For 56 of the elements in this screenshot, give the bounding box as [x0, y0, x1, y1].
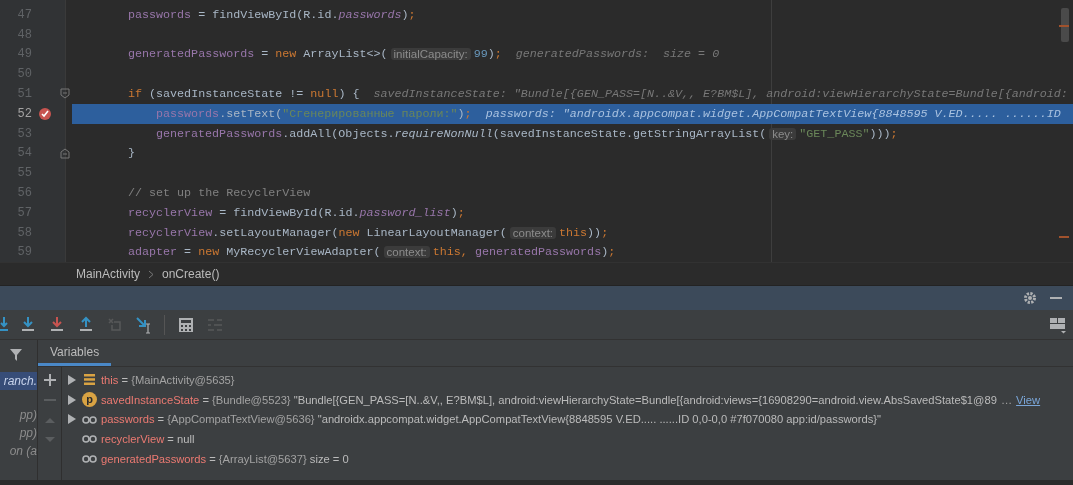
debug-value: passwords: "androidx.appcompat.widget.AppCompatTextView{8848595 V.ED..... ......ID: [485, 106, 1061, 121]
code-text: recyclerView.setLayoutManager(new LinearLayoutManager(: [128, 225, 507, 240]
parameter-icon: p: [82, 392, 97, 408]
drop-frame-icon: [105, 315, 124, 334]
calculator-icon: [176, 315, 195, 334]
variable-entry[interactable]: generatedPasswords = {ArrayList@5637} size = 0: [101, 452, 349, 465]
frame-item[interactable]: pp): [0, 424, 37, 442]
code-text: this));: [559, 225, 609, 240]
code-text: this, generatedPasswords);: [432, 245, 616, 260]
layout-icon[interactable]: [1049, 315, 1067, 334]
frame-item[interactable]: ranch.: [0, 372, 37, 390]
chevron-icon: [148, 269, 154, 279]
debug-value: generatedPasswords: size = 0: [515, 47, 720, 62]
fold-icon[interactable]: [60, 147, 70, 159]
parameter-hint: initialCapacity:: [390, 48, 471, 61]
frame-item[interactable]: on (a: [0, 442, 37, 460]
code-text: 99);: [473, 47, 502, 62]
code-text: generatedPasswords.addAll(Objects.requireNonNull(savedInstanceState.getStringArrayList(: [156, 126, 767, 141]
code-text: // set up the RecyclerView: [128, 186, 311, 201]
expand-arrow-icon[interactable]: [66, 413, 78, 426]
warning-marker[interactable]: [1059, 236, 1069, 238]
breakpoint-icon[interactable]: [38, 107, 52, 121]
code-text: if (savedInstanceState != null) {: [128, 87, 360, 102]
debug-value: savedInstanceState: "Bundle[{GEN_PASS=[N..&V,, E?BM$L], android:viewHierarchyState=Bundle[{android:: [373, 87, 1068, 102]
step-over-icon: [0, 315, 9, 334]
code-text: adapter = new MyRecyclerViewAdapter(: [128, 245, 381, 260]
parameter-hint: context:: [509, 226, 557, 239]
variable-entry[interactable]: this = {MainActivity@5635}: [101, 373, 235, 386]
code-text: generatedPasswords = new ArrayList<>(: [128, 47, 388, 62]
arrow-cursor-icon: [134, 315, 153, 334]
expand-arrow-icon[interactable]: [66, 393, 78, 406]
settings-icon[interactable]: [1023, 291, 1037, 305]
fold-icon[interactable]: [60, 88, 70, 100]
breadcrumb[interactable]: MainActivity: [76, 267, 140, 281]
stack-icon: [82, 372, 97, 388]
code-text: passwords.setText("Сгенерированные пароли:");: [156, 106, 472, 121]
ellipsis-text: …: [1000, 393, 1013, 406]
tab[interactable]: Variables: [38, 340, 112, 366]
line-number: 52: [16, 106, 32, 121]
code-text: }: [128, 146, 135, 161]
scrollbar-thumb[interactable]: [1061, 8, 1069, 42]
warning-marker[interactable]: [1059, 25, 1069, 27]
code-text: passwords = findViewById(R.id.passwords);: [128, 7, 416, 22]
code-text: recyclerView = findViewById(R.id.password_list);: [128, 205, 465, 220]
filter-icon[interactable]: [9, 348, 23, 362]
add-icon[interactable]: [42, 373, 57, 387]
code-text: "GET_PASS")));: [799, 126, 898, 141]
breadcrumb[interactable]: onCreate(): [162, 267, 220, 281]
expand-arrow-icon[interactable]: [66, 373, 78, 386]
variable-entry[interactable]: passwords = {AppCompatTextView@5636} "androidx.appcompat.widget.AppCompatTextView{8848595 V.ED..... ......ID 0,0-0,0 #7f070080 app:id/passwords}": [101, 413, 882, 426]
frame-item[interactable]: pp): [0, 406, 37, 424]
variable-entry[interactable]: savedInstanceState = {Bundle@5523} "Bundle[{GEN_PASS=[N..&V,, E?BM$L], android:viewHierarchyState=Bundle[{android:views={16908290=android.view.AbsSavedState$1@89: [101, 393, 997, 406]
variable-entry[interactable]: recyclerView = null: [101, 432, 195, 445]
parameter-hint: key:: [769, 127, 797, 140]
parameter-hint: context:: [383, 246, 430, 259]
view-link[interactable]: View: [1016, 393, 1041, 406]
